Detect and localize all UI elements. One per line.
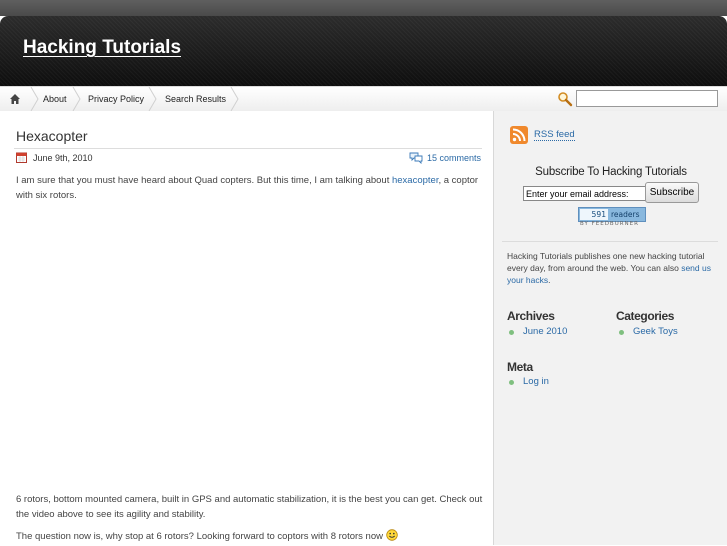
rss-feed-link[interactable]: RSS feed: [534, 129, 575, 141]
post-title[interactable]: Hexacopter: [16, 128, 88, 144]
readers-label: readers: [611, 210, 640, 219]
site-header: Hacking Tutorials: [0, 16, 727, 86]
about-text-end: .: [548, 275, 551, 285]
comments-icon[interactable]: [409, 152, 423, 165]
post-intro: I am sure that you must have heard about…: [16, 173, 486, 203]
feedburner-badge[interactable]: 591 readers: [578, 207, 646, 222]
comments-link[interactable]: 15 comments: [427, 153, 481, 163]
title-divider: [14, 148, 482, 149]
smiley-icon: [385, 529, 398, 546]
post-date: June 9th, 2010: [33, 153, 93, 163]
subscribe-button[interactable]: Subscribe: [645, 182, 699, 203]
rss-icon[interactable]: [510, 126, 528, 144]
hexacopter-link[interactable]: hexacopter: [392, 175, 438, 186]
readers-count: 591: [580, 209, 608, 220]
about-text: Hacking Tutorials publishes one new hack…: [507, 251, 705, 273]
meta-heading: Meta: [507, 360, 533, 374]
nav-item-privacy-policy[interactable]: Privacy Policy: [88, 87, 144, 111]
email-field[interactable]: [523, 186, 647, 201]
list-bullet: [509, 380, 514, 385]
nav-separator: [230, 87, 239, 111]
category-item-geek-toys[interactable]: Geek Toys: [633, 326, 678, 337]
by-feedburner-label: BY FEEDBURNER: [580, 221, 639, 227]
about-blurb: Hacking Tutorials publishes one new hack…: [507, 250, 721, 286]
top-strip: [0, 0, 727, 16]
subscribe-heading: Subscribe To Hacking Tutorials: [535, 166, 687, 178]
calendar-icon: [16, 152, 27, 163]
sidebar-divider: [502, 241, 718, 242]
nav-item-search-results[interactable]: Search Results: [165, 87, 226, 111]
nav-separator: [30, 87, 39, 111]
home-icon[interactable]: [9, 93, 21, 105]
intro-text: I am sure that you must have heard about…: [16, 175, 392, 186]
search-icon[interactable]: [557, 91, 573, 107]
archive-item-june-2010[interactable]: June 2010: [523, 326, 567, 337]
question-text: The question now is, why stop at 6 rotor…: [16, 531, 383, 542]
main-content: Hexacopter June 9th, 2010 15 comments I …: [0, 111, 493, 545]
meta-item-log-in[interactable]: Log in: [523, 376, 549, 387]
list-bullet: [619, 330, 624, 335]
sidebar: RSS feed Subscribe To Hacking Tutorials …: [493, 111, 727, 545]
archives-heading: Archives: [507, 309, 555, 323]
main-nav: About Privacy Policy Search Results: [0, 86, 727, 112]
post-paragraph: 6 rotors, bottom mounted camera, built i…: [16, 494, 483, 520]
post-paragraph-last: The question now is, why stop at 6 rotor…: [16, 529, 486, 546]
categories-heading: Categories: [616, 309, 675, 323]
site-title[interactable]: Hacking Tutorials: [23, 37, 181, 59]
list-bullet: [509, 330, 514, 335]
nav-item-about[interactable]: About: [43, 87, 67, 111]
nav-separator: [72, 87, 81, 111]
nav-separator: [148, 87, 157, 111]
search-input[interactable]: [576, 90, 718, 107]
